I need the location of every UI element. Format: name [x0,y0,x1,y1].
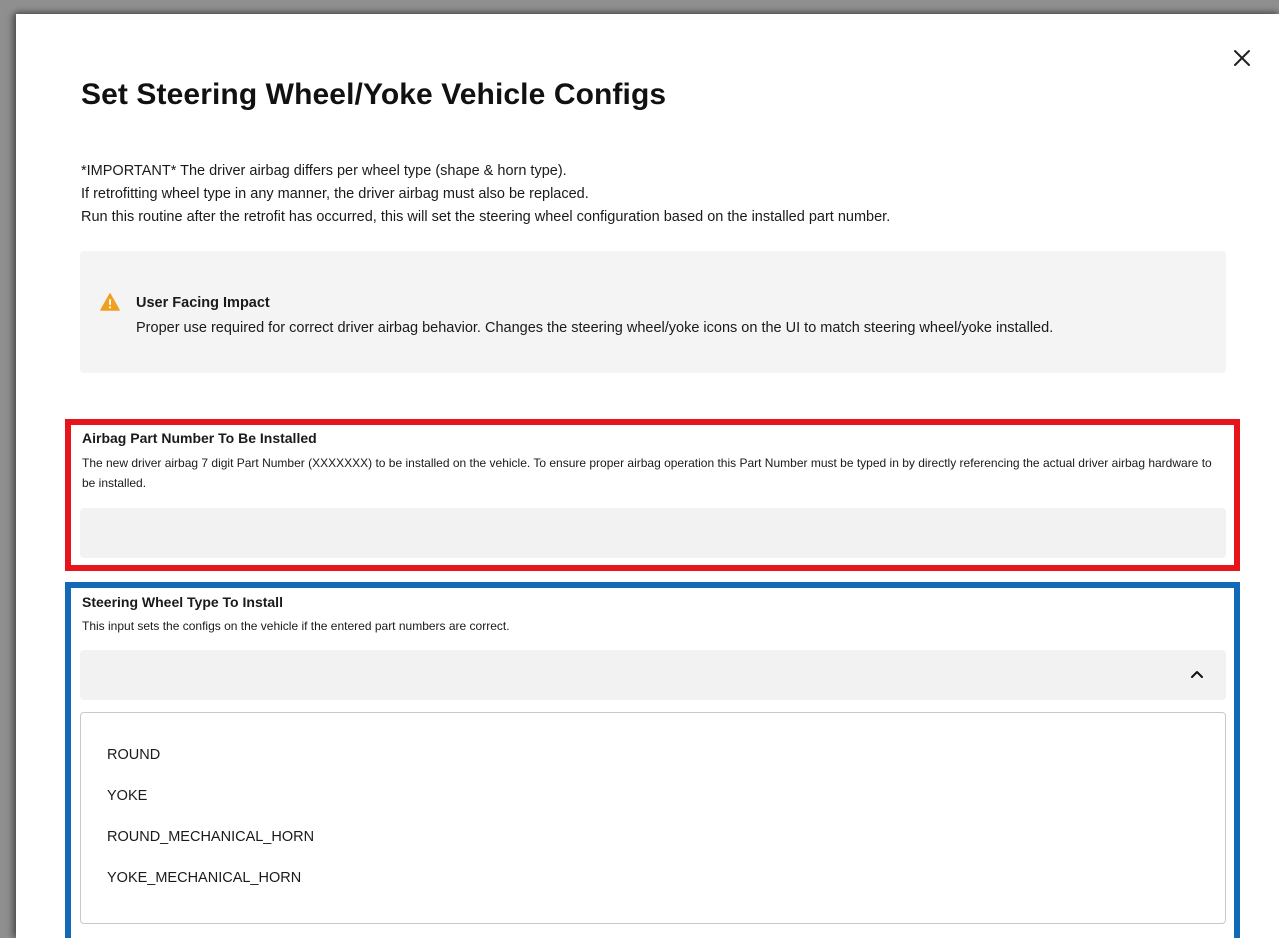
impact-description: Proper use required for correct driver a… [136,320,1054,336]
steering-wheel-type-label: Steering Wheel Type To Install [82,594,283,610]
intro-line: *IMPORTANT* The driver airbag differs pe… [81,163,567,179]
wheel-type-dropdown-menu: ROUND YOKE ROUND_MECHANICAL_HORN YOKE_ME… [80,712,1226,924]
dialog-title: Set Steering Wheel/Yoke Vehicle Configs [81,78,667,111]
airbag-part-number-label: Airbag Part Number To Be Installed [82,430,317,446]
intro-line: If retrofitting wheel type in any manner… [81,186,589,202]
steering-config-dialog: Set Steering Wheel/Yoke Vehicle Configs … [16,14,1279,938]
impact-title: User Facing Impact [136,295,270,311]
airbag-part-number-description: The new driver airbag 7 digit Part Numbe… [82,456,1212,490]
steering-wheel-type-select[interactable] [80,650,1226,700]
intro-text: *IMPORTANT* The driver airbag differs pe… [81,160,890,229]
option-round[interactable]: ROUND [107,747,160,763]
airbag-part-number-input[interactable] [80,508,1226,558]
intro-line: Run this routine after the retrofit has … [81,209,891,225]
steering-wheel-type-description: This input sets the configs on the vehic… [82,619,510,633]
close-button[interactable] [1230,46,1254,70]
chevron-up-icon[interactable] [1190,669,1204,679]
option-yoke[interactable]: YOKE [107,788,147,804]
option-yoke-mechanical-horn[interactable]: YOKE_MECHANICAL_HORN [107,870,301,886]
user-facing-impact-notice: User Facing Impact Proper use required f… [80,251,1226,373]
option-round-mechanical-horn[interactable]: ROUND_MECHANICAL_HORN [107,829,314,845]
close-icon [1234,50,1250,66]
warning-icon [100,293,120,311]
